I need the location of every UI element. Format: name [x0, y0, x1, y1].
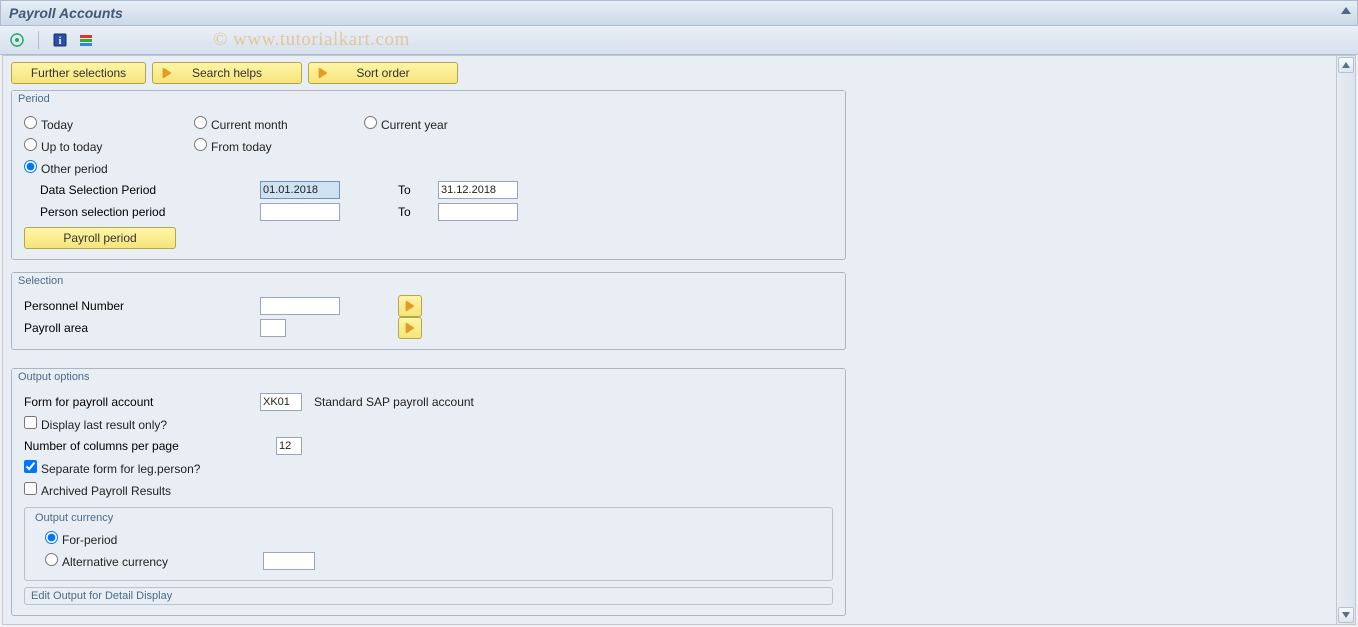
radio-for-period[interactable]: For-period — [45, 531, 117, 547]
radio-label: For-period — [62, 533, 117, 547]
variant-icon[interactable] — [77, 31, 95, 49]
group-title: Selection — [12, 273, 845, 289]
page-title: Payroll Accounts — [9, 5, 123, 21]
radio-input[interactable] — [45, 531, 58, 544]
edit-output-group: Edit Output for Detail Display — [24, 587, 833, 605]
display-last-result-checkbox[interactable]: Display last result only? — [24, 416, 167, 432]
button-label: Sort order — [356, 66, 409, 80]
radio-input[interactable] — [364, 116, 377, 129]
person-selection-period-label: Person selection period — [40, 205, 260, 219]
arrow-right-icon — [406, 323, 414, 333]
group-title: Output options — [12, 369, 845, 385]
person-selection-from-input[interactable] — [260, 203, 340, 221]
group-title: Edit Output for Detail Display — [31, 590, 826, 602]
button-label: Further selections — [31, 66, 126, 80]
radio-label: Other period — [41, 162, 108, 176]
toolbar-separator — [38, 31, 39, 49]
content-area: Further selections Search helps Sort ord… — [2, 55, 1356, 625]
sort-order-button[interactable]: Sort order — [308, 62, 458, 84]
data-selection-from-input[interactable] — [260, 181, 340, 199]
group-title: Period — [12, 91, 845, 107]
separate-form-checkbox[interactable]: Separate form for leg.person? — [24, 460, 200, 476]
radio-label: Current month — [211, 118, 288, 132]
archived-payroll-checkbox[interactable]: Archived Payroll Results — [24, 482, 171, 498]
to-label: To — [398, 205, 438, 219]
arrow-right-icon — [159, 68, 175, 78]
radio-current-month[interactable]: Current month — [194, 116, 364, 132]
number-columns-label: Number of columns per page — [24, 439, 276, 453]
radio-input[interactable] — [24, 116, 37, 129]
checkbox-label: Display last result only? — [41, 418, 167, 432]
output-currency-group: Output currency For-period Alternative c… — [24, 507, 833, 581]
radio-label: Up to today — [41, 140, 102, 154]
payroll-area-input[interactable] — [260, 319, 286, 337]
checkbox-label: Archived Payroll Results — [41, 484, 171, 498]
form-description: Standard SAP payroll account — [314, 395, 474, 409]
radio-today[interactable]: Today — [24, 116, 194, 132]
watermark-text: © www.tutorialkart.com — [213, 29, 410, 51]
application-toolbar: i © www.tutorialkart.com — [0, 26, 1358, 55]
alternative-currency-input[interactable] — [263, 552, 315, 570]
collapse-up-icon[interactable] — [1341, 7, 1351, 14]
radio-label: From today — [211, 140, 272, 154]
further-selections-button[interactable]: Further selections — [11, 62, 146, 84]
data-selection-period-label: Data Selection Period — [40, 183, 260, 197]
radio-other-period[interactable]: Other period — [24, 160, 194, 176]
radio-label: Today — [41, 118, 73, 132]
search-helps-button[interactable]: Search helps — [152, 62, 302, 84]
svg-text:i: i — [59, 36, 62, 47]
radio-input[interactable] — [24, 138, 37, 151]
radio-input[interactable] — [45, 553, 58, 566]
multiple-selection-button[interactable] — [398, 317, 422, 339]
checkbox-input[interactable] — [24, 460, 37, 473]
radio-label: Current year — [381, 118, 448, 132]
radio-label: Alternative currency — [62, 555, 168, 569]
payroll-period-button[interactable]: Payroll period — [24, 227, 176, 249]
radio-input[interactable] — [194, 116, 207, 129]
personnel-number-label: Personnel Number — [24, 299, 260, 313]
radio-input[interactable] — [194, 138, 207, 151]
selection-group: Selection Personnel Number Payroll area — [11, 272, 846, 350]
data-selection-to-input[interactable] — [438, 181, 518, 199]
arrow-right-icon — [406, 301, 414, 311]
button-label: Payroll period — [63, 231, 136, 245]
selection-button-strip: Further selections Search helps Sort ord… — [11, 62, 1331, 84]
title-bar: Payroll Accounts — [0, 0, 1358, 26]
checkbox-input[interactable] — [24, 416, 37, 429]
form-payroll-account-input[interactable] — [260, 393, 302, 411]
scroll-up-icon[interactable] — [1338, 57, 1354, 73]
checkbox-label: Separate form for leg.person? — [41, 462, 200, 476]
arrow-right-icon — [315, 68, 331, 78]
info-icon[interactable]: i — [51, 31, 69, 49]
person-selection-to-input[interactable] — [438, 203, 518, 221]
vertical-scrollbar[interactable] — [1336, 56, 1355, 624]
radio-alternative-currency[interactable]: Alternative currency — [45, 553, 263, 569]
number-columns-input[interactable] — [276, 437, 302, 455]
multiple-selection-button[interactable] — [398, 295, 422, 317]
radio-input[interactable] — [24, 160, 37, 173]
group-title: Output currency — [35, 512, 822, 524]
output-options-group: Output options Form for payroll account … — [11, 368, 846, 616]
to-label: To — [398, 183, 438, 197]
radio-from-today[interactable]: From today — [194, 138, 364, 154]
payroll-area-label: Payroll area — [24, 321, 260, 335]
scroll-down-icon[interactable] — [1338, 607, 1354, 623]
button-label: Search helps — [192, 66, 262, 80]
personnel-number-input[interactable] — [260, 297, 340, 315]
form-payroll-account-label: Form for payroll account — [24, 395, 260, 409]
radio-up-to-today[interactable]: Up to today — [24, 138, 194, 154]
radio-current-year[interactable]: Current year — [364, 116, 534, 132]
period-group: Period Today Current month Current year … — [11, 90, 846, 260]
execute-icon[interactable] — [8, 31, 26, 49]
checkbox-input[interactable] — [24, 482, 37, 495]
